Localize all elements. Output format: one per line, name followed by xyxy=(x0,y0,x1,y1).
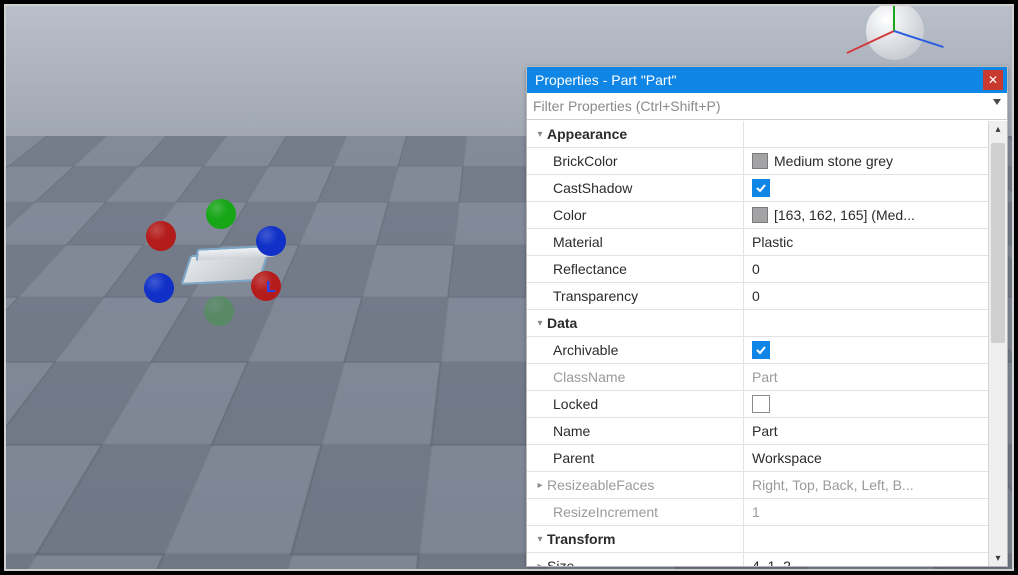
close-button[interactable]: ✕ xyxy=(983,70,1003,90)
view-axis-widget[interactable] xyxy=(836,4,956,62)
close-icon: ✕ xyxy=(988,73,998,87)
section-transform[interactable]: ▾Transform xyxy=(527,526,989,553)
chevron-down-icon[interactable]: ▾ xyxy=(533,318,547,329)
color-swatch-icon[interactable] xyxy=(752,207,768,223)
axis-y xyxy=(893,4,895,31)
filter-input[interactable]: Filter Properties (Ctrl+Shift+P) xyxy=(527,93,1007,120)
chevron-down-icon[interactable]: ▾ xyxy=(533,534,547,545)
scroll-thumb[interactable] xyxy=(991,143,1005,343)
color-swatch-icon[interactable] xyxy=(752,153,768,169)
panel-titlebar[interactable]: Properties - Part "Part" ✕ xyxy=(527,67,1007,93)
checkbox-checked[interactable] xyxy=(752,341,770,359)
chevron-right-icon[interactable]: ▸ xyxy=(533,480,547,491)
properties-panel: Properties - Part "Part" ✕ Filter Proper… xyxy=(526,66,1008,567)
prop-locked[interactable]: Locked xyxy=(527,391,989,418)
prop-resizeincrement: ResizeIncrement 1 xyxy=(527,499,989,526)
move-handle-up[interactable] xyxy=(206,199,236,229)
section-data[interactable]: ▾Data xyxy=(527,310,989,337)
scroll-up-icon[interactable]: ▴ xyxy=(989,121,1007,137)
filter-dropdown-icon[interactable] xyxy=(993,99,1001,105)
scroll-down-icon[interactable]: ▾ xyxy=(989,550,1007,566)
scrollbar-vertical[interactable]: ▴ ▾ xyxy=(988,121,1007,566)
chevron-right-icon[interactable]: ▸ xyxy=(533,561,547,567)
prop-size[interactable]: ▸Size 4, 1, 2 xyxy=(527,553,989,566)
prop-archivable[interactable]: Archivable xyxy=(527,337,989,364)
move-handle-down[interactable] xyxy=(204,296,234,326)
prop-name[interactable]: Name Part xyxy=(527,418,989,445)
prop-parent[interactable]: Parent Workspace xyxy=(527,445,989,472)
move-handle-front[interactable] xyxy=(144,273,174,303)
prop-classname: ClassName Part xyxy=(527,364,989,391)
prop-transparency[interactable]: Transparency 0 xyxy=(527,283,989,310)
property-grid: ▾Appearance BrickColor Medium stone grey… xyxy=(527,121,989,566)
prop-color[interactable]: Color [163, 162, 165] (Med... xyxy=(527,202,989,229)
panel-title: Properties - Part "Part" xyxy=(535,72,676,88)
prop-reflectance[interactable]: Reflectance 0 xyxy=(527,256,989,283)
prop-castshadow[interactable]: CastShadow xyxy=(527,175,989,202)
move-handle-back[interactable] xyxy=(256,226,286,256)
prop-brickcolor[interactable]: BrickColor Medium stone grey xyxy=(527,148,989,175)
axis-indicator-l: L xyxy=(266,279,276,297)
selected-part-gizmo[interactable]: L xyxy=(156,231,296,326)
move-handle-left[interactable] xyxy=(146,221,176,251)
checkbox-checked[interactable] xyxy=(752,179,770,197)
checkbox-unchecked[interactable] xyxy=(752,395,770,413)
filter-placeholder: Filter Properties (Ctrl+Shift+P) xyxy=(533,98,721,114)
section-appearance[interactable]: ▾Appearance xyxy=(527,121,989,148)
prop-resizeablefaces[interactable]: ▸ResizeableFaces Right, Top, Back, Left,… xyxy=(527,472,989,499)
prop-material[interactable]: Material Plastic xyxy=(527,229,989,256)
chevron-down-icon[interactable]: ▾ xyxy=(533,129,547,140)
